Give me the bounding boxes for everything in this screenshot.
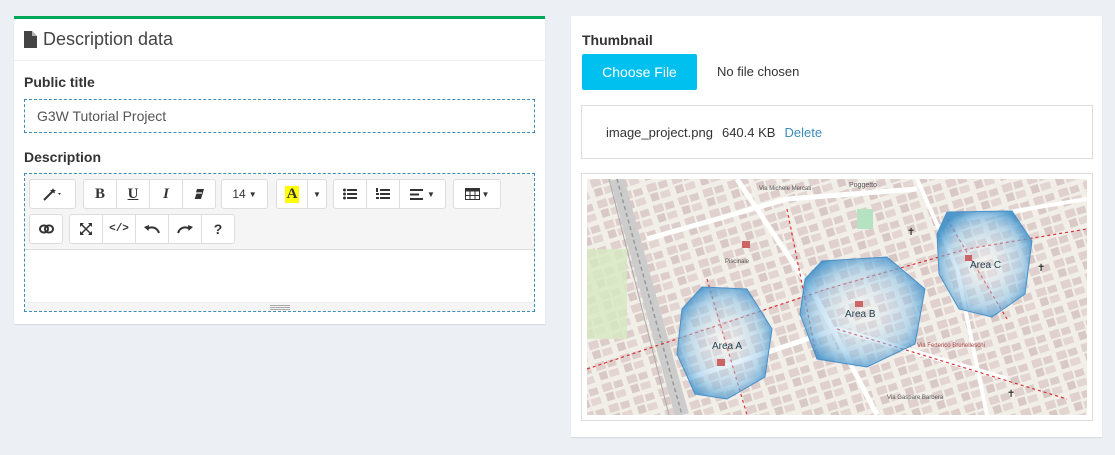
editor-resize-handle[interactable] — [25, 302, 534, 311]
description-editor: B U I 14 ▼ A ▼ ▼ ▼ </> ? — [24, 173, 535, 312]
map-thumbnail-image: Area A Area B Area C ✝ ✝ ✝ Via Michele M… — [587, 179, 1087, 415]
highlight-color-button[interactable]: A — [276, 179, 308, 209]
redo-button[interactable] — [168, 214, 202, 244]
street-label: Via Michele Mercati — [759, 186, 811, 192]
street-label: Poggetto — [849, 182, 877, 189]
area-b-label: Area B — [845, 309, 876, 320]
poi-icon — [855, 301, 863, 307]
current-file-well: image_project.png 640.4 KB Delete — [581, 105, 1093, 159]
table-dropdown-button[interactable]: ▼ — [453, 179, 501, 209]
public-title-label: Public title — [24, 74, 95, 90]
street-label: Via Federico Brunelleschi — [917, 343, 985, 349]
magic-wand-icon — [42, 188, 61, 201]
clear-format-button[interactable] — [182, 179, 216, 209]
ordered-list-button[interactable] — [366, 179, 400, 209]
text-color-icon: A — [284, 185, 300, 203]
redo-icon — [177, 225, 193, 234]
link-button[interactable] — [29, 214, 63, 244]
editor-toolbar: B U I 14 ▼ A ▼ ▼ ▼ </> ? — [25, 174, 534, 250]
file-icon — [24, 31, 37, 48]
code-view-button[interactable]: </> — [102, 214, 136, 244]
area-a-label: Area A — [712, 341, 742, 352]
eraser-icon — [193, 189, 204, 200]
caret-down-icon: ▼ — [313, 189, 321, 199]
unordered-list-button[interactable] — [333, 179, 367, 209]
description-editable-area[interactable] — [25, 250, 534, 302]
list-ol-icon — [376, 188, 390, 199]
description-box: Description data Public title G3W Tutori… — [14, 16, 545, 324]
caret-down-icon: ▼ — [248, 189, 257, 199]
area-c-label: Area C — [970, 260, 1001, 271]
style-dropdown-button[interactable] — [29, 179, 76, 209]
code-icon: </> — [109, 223, 129, 235]
undo-icon — [144, 225, 160, 234]
no-file-chosen-text: No file chosen — [717, 64, 800, 79]
align-left-icon — [410, 188, 424, 200]
caret-down-icon: ▼ — [481, 189, 490, 199]
thumbnail-label: Thumbnail — [582, 32, 653, 48]
church-icon: ✝ — [1007, 389, 1015, 400]
choose-file-button[interactable]: Choose File — [582, 54, 697, 90]
color-dropdown-button[interactable]: ▼ — [307, 179, 327, 209]
poi-icon — [717, 359, 725, 366]
underline-button[interactable]: U — [116, 179, 150, 209]
poi-icon — [742, 241, 750, 248]
poi-icon — [965, 255, 972, 261]
description-label: Description — [24, 149, 102, 165]
help-button[interactable]: ? — [201, 214, 235, 244]
undo-button[interactable] — [135, 214, 169, 244]
table-icon — [464, 188, 480, 200]
thumbnail-box: Thumbnail Choose File No file chosen ima… — [571, 16, 1102, 437]
link-icon — [38, 224, 54, 234]
expand-icon — [80, 223, 92, 235]
font-size-value: 14 — [232, 187, 246, 201]
street-label: Piscinale — [725, 259, 750, 265]
thumbnail-preview: Area A Area B Area C ✝ ✝ ✝ Via Michele M… — [581, 173, 1093, 421]
box-title: Description data — [43, 29, 174, 49]
grip-icon — [269, 304, 290, 310]
file-name: image_project.png — [606, 124, 713, 140]
caret-down-icon: ▼ — [427, 189, 435, 199]
bold-button[interactable]: B — [83, 179, 117, 209]
file-size: 640.4 KB — [721, 124, 776, 140]
church-icon: ✝ — [907, 227, 915, 238]
church-icon: ✝ — [1037, 263, 1045, 274]
paragraph-align-dropdown[interactable]: ▼ — [399, 179, 446, 209]
fullscreen-button[interactable] — [69, 214, 103, 244]
public-title-input[interactable]: G3W Tutorial Project — [24, 99, 535, 133]
street-label: Via Gaspare Barbera — [887, 395, 944, 401]
italic-button[interactable]: I — [149, 179, 183, 209]
delete-file-link[interactable]: Delete — [784, 125, 822, 140]
box-header: Description data — [14, 19, 545, 61]
list-ul-icon — [343, 188, 357, 200]
font-size-dropdown[interactable]: 14 ▼ — [221, 179, 268, 209]
